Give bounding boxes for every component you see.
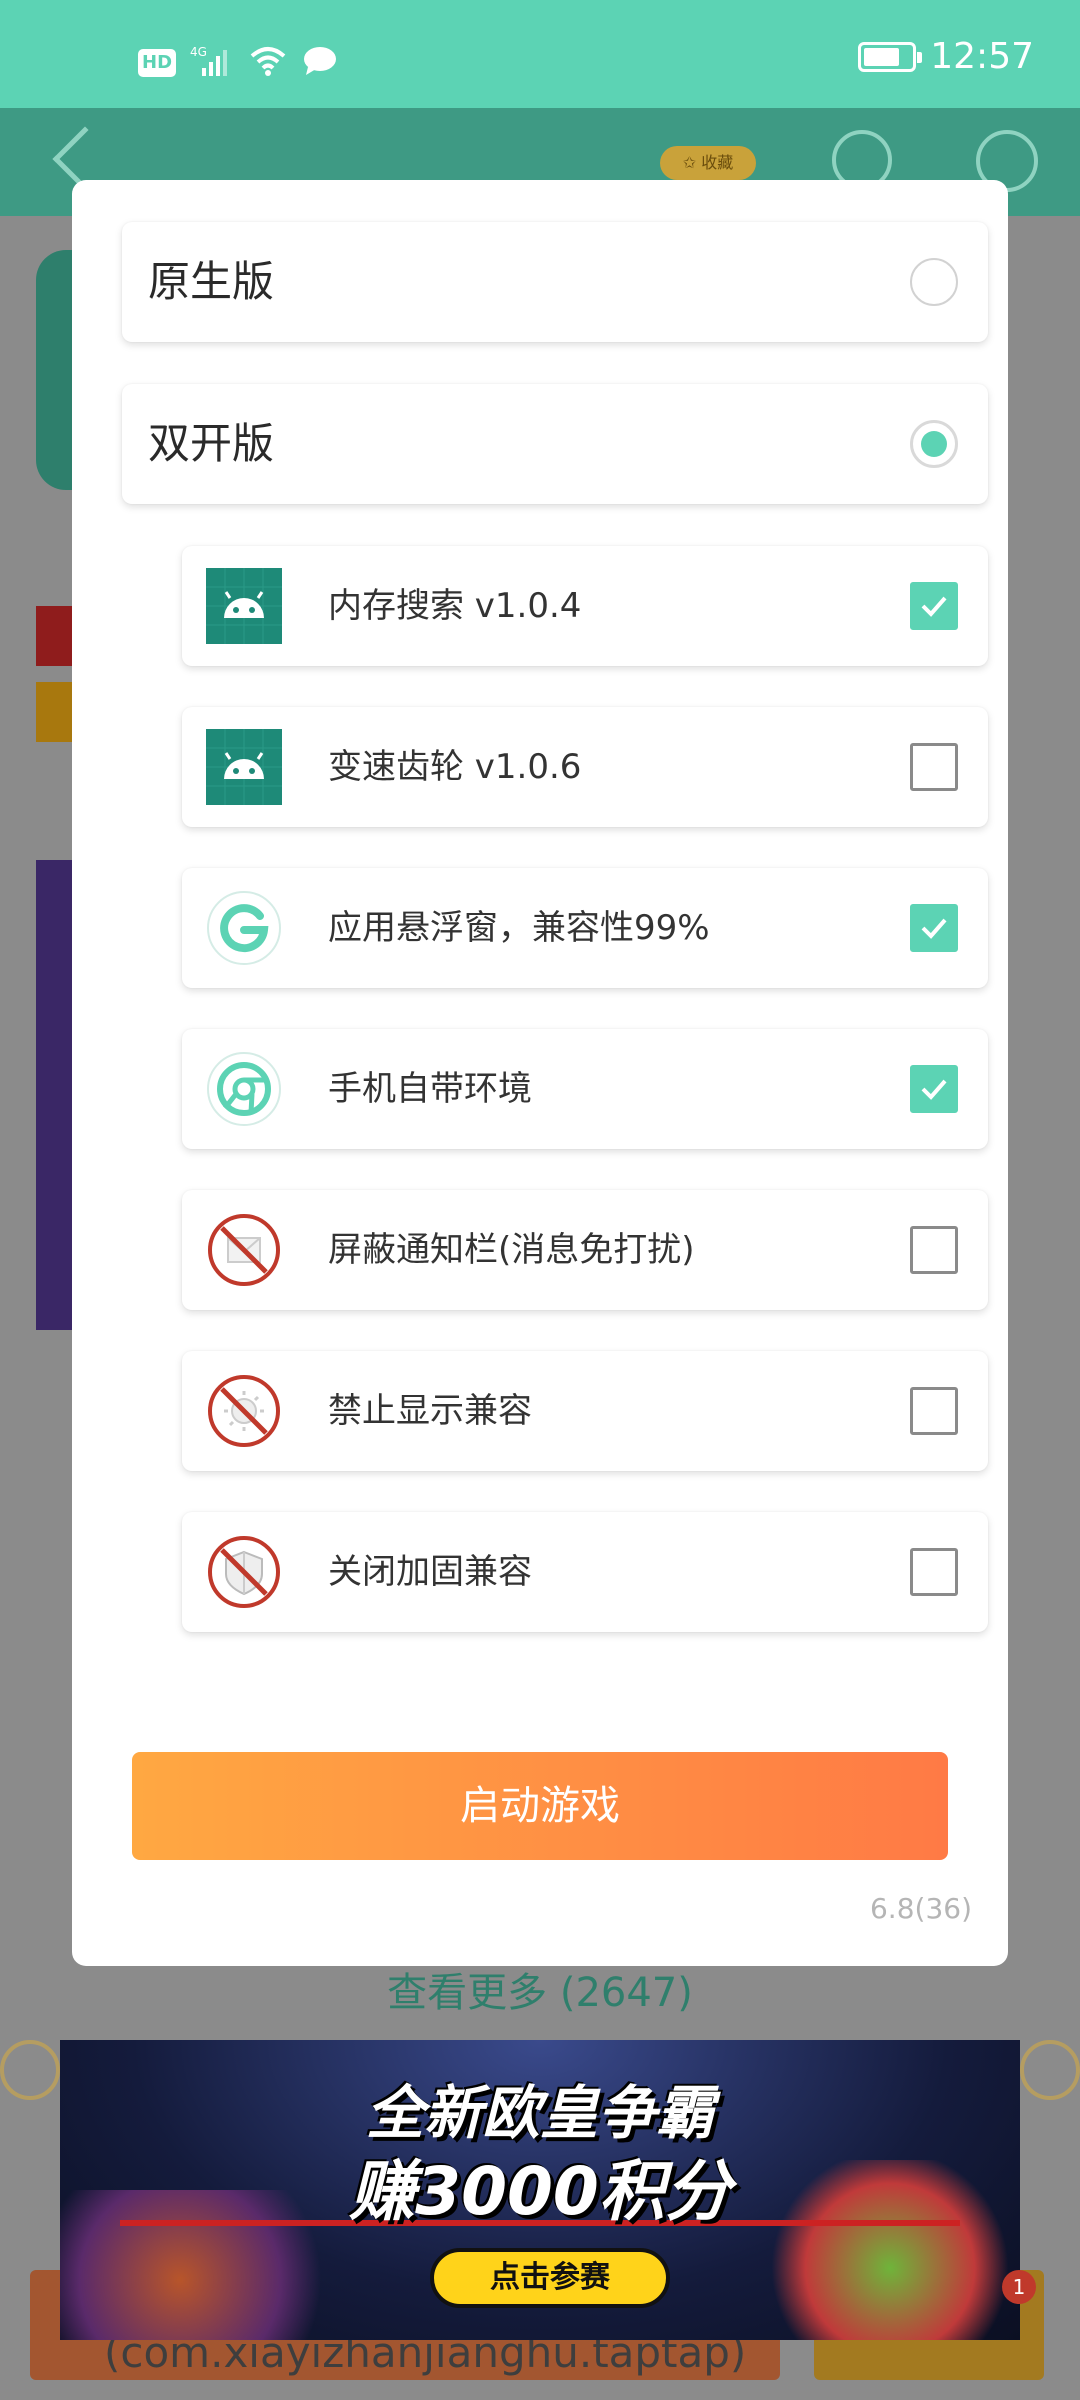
plugin-memory-search-checkbox[interactable] bbox=[910, 582, 958, 630]
ornament-right bbox=[1020, 2040, 1080, 2100]
plugin-native-env-checkbox[interactable] bbox=[910, 1065, 958, 1113]
plugin-memory-search[interactable]: 内存搜索 v1.0.4 bbox=[182, 546, 988, 666]
battery-icon bbox=[858, 41, 923, 72]
plugin-block-notification-checkbox[interactable] bbox=[910, 1226, 958, 1274]
plugin-close-hardening-compat-checkbox[interactable] bbox=[910, 1548, 958, 1596]
plugin-disable-display-compat-label: 禁止显示兼容 bbox=[328, 1391, 532, 1431]
plugin-floating-window[interactable]: 应用悬浮窗，兼容性99% bbox=[182, 868, 988, 988]
background-banner bbox=[36, 860, 76, 1330]
plugin-disable-display-compat-checkbox[interactable] bbox=[910, 1387, 958, 1435]
android-icon bbox=[206, 568, 282, 644]
plugin-speed-gear-label: 变速齿轮 v1.0.6 bbox=[328, 747, 582, 787]
notification-badge: 1 bbox=[1002, 2270, 1036, 2304]
plugin-block-notification[interactable]: 屏蔽通知栏(消息免打扰) bbox=[182, 1190, 988, 1310]
plugin-native-env[interactable]: 手机自带环境 bbox=[182, 1029, 988, 1149]
plugin-disable-display-compat[interactable]: 禁止显示兼容 bbox=[182, 1351, 988, 1471]
launch-options-dialog: 原生版 双开版 内存搜索 v1.0.4 变速齿轮 v1.0.6 应用悬浮窗，兼容… bbox=[72, 180, 1008, 1966]
option-native-label: 原生版 bbox=[148, 257, 275, 306]
signal-icon: 4G bbox=[190, 44, 234, 82]
option-dual[interactable]: 双开版 bbox=[122, 384, 988, 504]
plugin-block-notification-label: 屏蔽通知栏(消息免打扰) bbox=[328, 1230, 695, 1270]
no-notification-icon bbox=[206, 1212, 282, 1288]
background-tag-red bbox=[36, 606, 76, 666]
no-shield-icon bbox=[206, 1534, 282, 1610]
option-native[interactable]: 原生版 bbox=[122, 222, 988, 342]
plugin-floating-window-checkbox[interactable] bbox=[910, 904, 958, 952]
favorite-button[interactable]: ✩ 收藏 bbox=[660, 146, 756, 180]
option-dual-label: 双开版 bbox=[148, 419, 275, 468]
see-more-link[interactable]: 查看更多 (2647) bbox=[0, 1960, 1080, 2018]
status-bar: HD 4G 12:57 bbox=[0, 0, 1080, 108]
option-dual-radio[interactable] bbox=[910, 420, 958, 468]
option-native-radio[interactable] bbox=[910, 258, 958, 306]
status-right: 12:57 bbox=[858, 36, 1034, 77]
plugin-speed-gear-checkbox[interactable] bbox=[910, 743, 958, 791]
wifi-icon bbox=[248, 44, 288, 82]
background-tag-yellow bbox=[36, 682, 76, 742]
ad-subheadline: 赚3000积分 bbox=[349, 2153, 731, 2230]
ad-join-button[interactable]: 点击参赛 bbox=[430, 2248, 670, 2308]
battery-level bbox=[864, 47, 900, 66]
hd-badge: HD bbox=[138, 49, 177, 77]
plugin-native-env-label: 手机自带环境 bbox=[328, 1069, 532, 1109]
clock: 12:57 bbox=[930, 36, 1034, 77]
launch-game-button[interactable]: 启动游戏 bbox=[132, 1752, 948, 1860]
plugin-floating-window-label: 应用悬浮窗，兼容性99% bbox=[328, 908, 710, 948]
plugin-memory-search-label: 内存搜索 v1.0.4 bbox=[328, 586, 582, 626]
status-left: HD 4G bbox=[138, 44, 338, 82]
message-icon bbox=[302, 45, 338, 81]
plugin-close-hardening-compat-label: 关闭加固兼容 bbox=[328, 1552, 532, 1592]
plugin-close-hardening-compat[interactable]: 关闭加固兼容 bbox=[182, 1512, 988, 1632]
ornament-left bbox=[0, 2040, 60, 2100]
android-icon bbox=[206, 729, 282, 805]
network-type: 4G bbox=[190, 45, 207, 59]
no-display-icon bbox=[206, 1373, 282, 1449]
version-label: 6.8(36) bbox=[869, 1892, 972, 1925]
ad-banner[interactable]: 全新欧皇争霸 赚3000积分 点击参赛 bbox=[60, 2040, 1020, 2340]
chrome-icon bbox=[206, 1051, 282, 1127]
plugin-speed-gear[interactable]: 变速齿轮 v1.0.6 bbox=[182, 707, 988, 827]
g-logo-icon bbox=[206, 890, 282, 966]
